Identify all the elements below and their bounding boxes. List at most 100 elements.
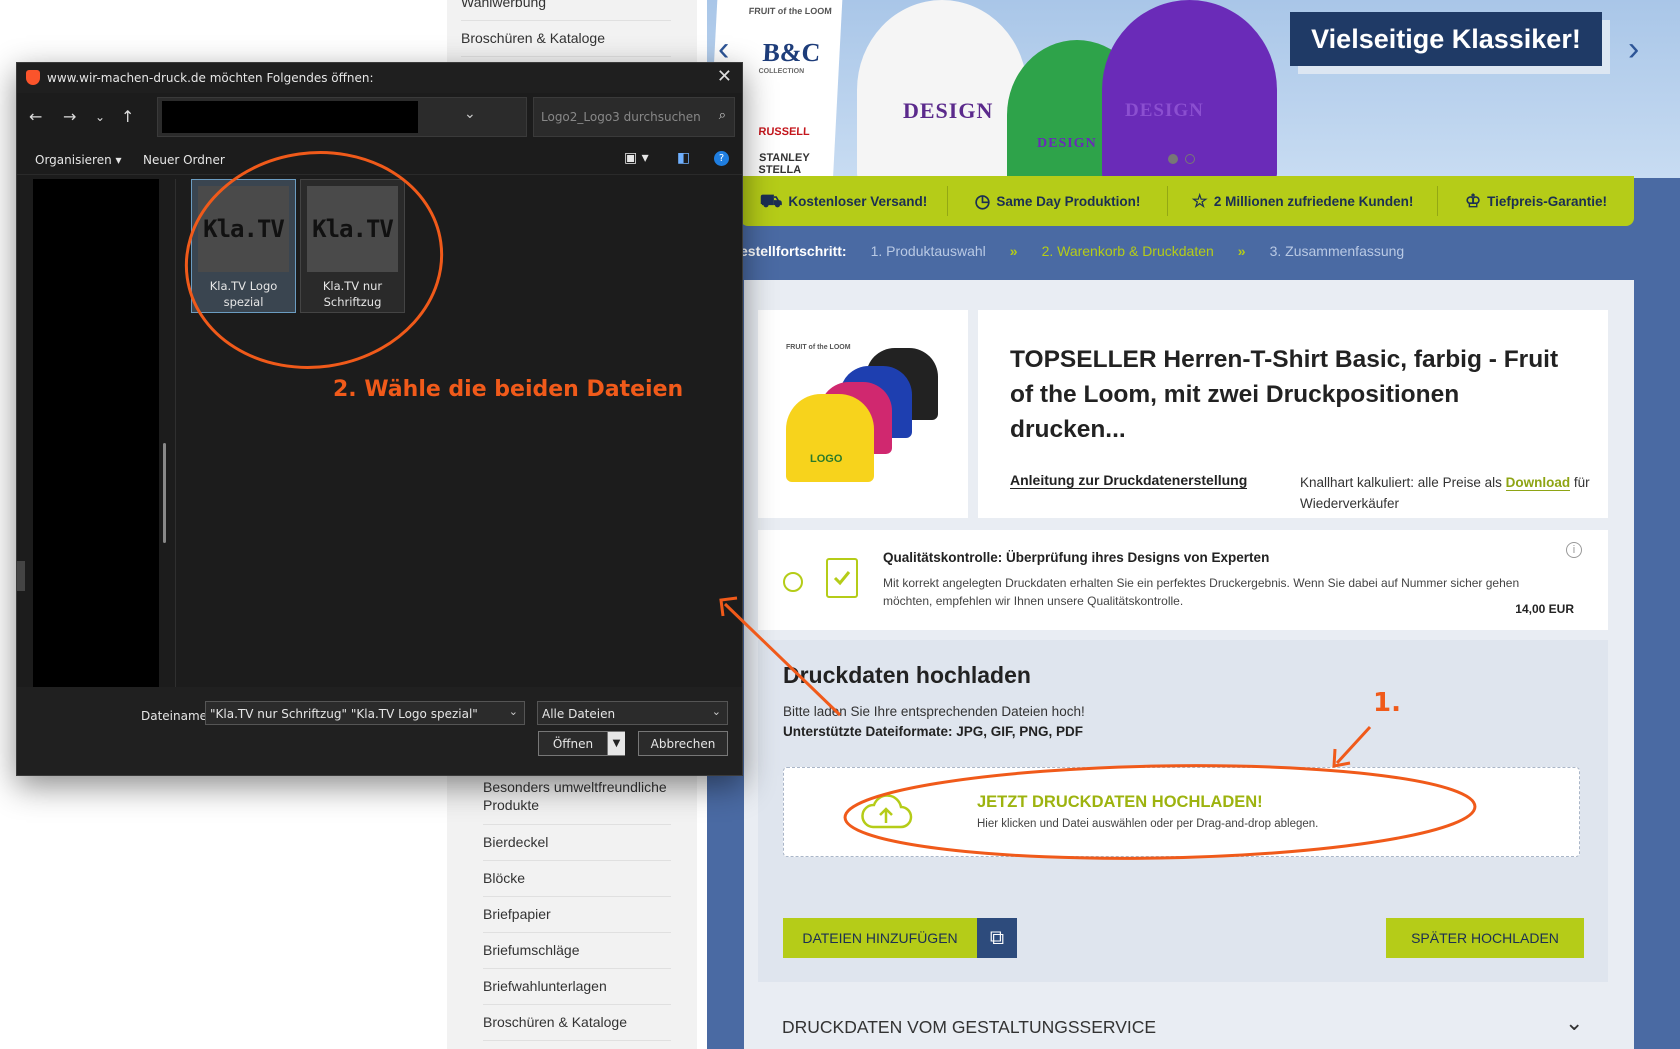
shirt-print-green: DESIGN	[1037, 136, 1097, 151]
usp-same-day: ◷ Same Day Produktion!	[948, 186, 1168, 216]
help-icon[interactable]: ?	[714, 151, 729, 166]
hero-title: Vielseitige Klassiker!	[1290, 12, 1602, 66]
product-brand-label: FRUIT of the LOOM	[786, 344, 851, 351]
slider-dot-1[interactable]	[1168, 154, 1178, 164]
info-icon[interactable]: i	[1566, 542, 1582, 558]
open-button[interactable]: Öffnen ▼	[538, 731, 625, 756]
chevron-down-icon[interactable]: ⌄	[509, 705, 518, 718]
usp-bar: ⛟ Kostenloser Versand! ◷ Same Day Produk…	[740, 176, 1634, 226]
quality-check-option[interactable]: Qualitätskontrolle: Überprüfung ihres De…	[758, 530, 1608, 630]
quality-check-radio[interactable]	[783, 572, 803, 592]
order-progress: estellfortschritt: 1. Produktauswahl » 2…	[740, 234, 1634, 268]
new-folder-button[interactable]: Neuer Ordner	[143, 153, 225, 167]
dialog-title: www.wir-machen-druck.de möchten Folgende…	[47, 71, 374, 85]
product-image: FRUIT of the LOOM LOGO	[758, 310, 968, 518]
supported-formats: Unterstützte Dateiformate: JPG, GIF, PNG…	[783, 724, 1084, 739]
progress-step-2[interactable]: 2. Warenkorb & Druckdaten	[1042, 243, 1214, 259]
hero-next-arrow[interactable]: ›	[1628, 30, 1639, 69]
annotation-step-1: 1.	[1373, 688, 1401, 718]
shirt-stack-yellow	[786, 394, 874, 482]
cloud-upload-icon	[859, 793, 913, 842]
dialog-resize-edge[interactable]	[17, 561, 25, 591]
sidebar-item-briefumschlaege[interactable]: Briefumschläge	[483, 942, 671, 969]
price-note-text: Knallhart kalkuliert: alle Preise als	[1300, 475, 1506, 490]
chevron-down-icon[interactable]: ⌄	[712, 705, 721, 718]
upload-dropzone[interactable]: JETZT DRUCKDATEN HOCHLADEN! Hier klicken…	[783, 767, 1580, 857]
filetype-value: Alle Dateien	[542, 707, 616, 721]
cancel-button[interactable]: Abbrechen	[638, 731, 728, 756]
address-chevron-icon[interactable]: ⌄	[464, 106, 476, 122]
progress-separator: »	[1237, 243, 1246, 259]
usp-label: Kostenloser Versand!	[788, 193, 928, 209]
open-dropdown-icon[interactable]: ▼	[607, 732, 625, 755]
print-data-guide-link[interactable]: Anleitung zur Druckdatenerstellung	[1010, 472, 1248, 489]
preview-pane-icon[interactable]: ◧	[677, 150, 690, 166]
up-arrow-icon[interactable]: ↑	[121, 107, 134, 126]
filetype-select[interactable]: Alle Dateien ⌄	[537, 701, 728, 725]
sidebar-item-wahlwerbung[interactable]: Wahlwerbung	[461, 0, 671, 21]
file-name: Kla.TV nur Schriftzug	[322, 279, 383, 309]
dialog-toolbar: Organisieren ▾ Neuer Ordner ▣ ▾ ◧ ?	[17, 143, 742, 175]
address-bar[interactable]: ⌄ ↻	[157, 97, 649, 137]
file-thumbnail: Kla.TV	[198, 186, 289, 272]
progress-separator: »	[1009, 243, 1018, 259]
brand-stanley: STANLEY STELLA	[758, 152, 810, 176]
back-arrow-icon[interactable]: ←	[29, 107, 42, 126]
brand-russell: RUSSELL	[758, 126, 811, 138]
sidebar-item-bierdeckel[interactable]: Bierdeckel	[483, 834, 671, 861]
add-files-button[interactable]: DATEIEN HINZUFÜGEN	[783, 918, 977, 958]
product-title: TOPSELLER Herren-T-Shirt Basic, farbig -…	[1010, 346, 1559, 443]
layers-add-icon[interactable]: ⧉	[977, 918, 1017, 958]
design-service-accordion[interactable]: DRUCKDATEN VOM GESTALTUNGSSERVICE	[782, 1017, 1156, 1038]
redacted-path	[162, 101, 418, 133]
file-open-dialog: www.wir-machen-druck.de möchten Folgende…	[16, 62, 743, 776]
upload-title: Druckdaten hochladen	[783, 662, 1031, 688]
dialog-footer: Dateiname: "Kla.TV nur Schriftzug" "Kla.…	[17, 687, 742, 775]
progress-label: estellfortschritt:	[740, 243, 847, 259]
star-icon: ☆	[1191, 191, 1208, 211]
forward-arrow-icon[interactable]: →	[63, 107, 76, 126]
slider-dot-2[interactable]	[1185, 154, 1195, 164]
reseller-price-note: Knallhart kalkuliert: alle Preise als Do…	[1300, 472, 1590, 514]
navigation-pane-redacted[interactable]	[33, 179, 159, 689]
search-input[interactable]: Logo2_Logo3 durchsuchen ⌕	[533, 97, 735, 137]
upload-subtitle: Bitte laden Sie Ihre entsprechenden Date…	[783, 704, 1085, 719]
sidebar-item-briefpapier[interactable]: Briefpapier	[483, 906, 671, 933]
view-options-icon[interactable]: ▣ ▾	[624, 150, 649, 166]
file-item-logo-spezial[interactable]: Kla.TV Kla.TV Logo spezial	[191, 179, 296, 313]
sidebar-item-umweltfreundlich[interactable]: Besonders umweltfreundliche Produkte	[483, 778, 671, 825]
progress-step-1[interactable]: 1. Produktauswahl	[871, 243, 986, 259]
purple-shirt	[1102, 0, 1277, 178]
upload-later-button[interactable]: SPÄTER HOCHLADEN	[1386, 918, 1584, 958]
usp-price-guarantee: ♔ Tiefpreis-Garantie!	[1438, 186, 1634, 216]
sidebar-item-bloecke[interactable]: Blöcke	[483, 870, 671, 897]
open-label: Öffnen	[552, 737, 594, 751]
white-shirt	[857, 0, 1027, 178]
chevron-down-icon[interactable]: ⌄	[1565, 1010, 1583, 1036]
annotation-step-2: 2. Wähle die beiden Dateien	[333, 377, 684, 402]
usp-label: 2 Millionen zufriedene Kunden!	[1213, 193, 1414, 209]
filename-value: "Kla.TV nur Schriftzug" "Kla.TV Logo spe…	[210, 707, 478, 721]
sidebar-item-briefwahlunterlagen[interactable]: Briefwahlunterlagen	[483, 978, 671, 1005]
pane-divider[interactable]	[175, 179, 176, 689]
thumbnail-logo-text: Kla.TV	[312, 215, 394, 243]
filename-input[interactable]: "Kla.TV nur Schriftzug" "Kla.TV Logo spe…	[205, 701, 525, 725]
file-item-nur-schriftzug[interactable]: Kla.TV Kla.TV nur Schriftzug	[300, 179, 405, 313]
recent-locations-chevron-icon[interactable]: ⌄	[95, 110, 105, 124]
upload-section: Druckdaten hochladen Bitte laden Sie Ihr…	[758, 640, 1608, 982]
quality-check-text: Mit korrekt angelegten Druckdaten erhalt…	[883, 576, 1520, 608]
search-icon[interactable]: ⌕	[719, 108, 726, 123]
sidebar-item-broschueren[interactable]: Broschüren & Kataloge	[483, 1014, 671, 1041]
shirt-print-purple: DESIGN	[1125, 100, 1204, 121]
nav-pane-scrollbar[interactable]	[163, 443, 166, 543]
usp-label: Same Day Produktion!	[996, 193, 1141, 209]
organize-menu[interactable]: Organisieren ▾	[35, 153, 122, 167]
quality-check-price: 14,00 EUR	[1515, 602, 1574, 616]
shirt-print-white: DESIGN	[903, 98, 994, 123]
progress-step-3: 3. Zusammenfassung	[1269, 243, 1405, 259]
dropzone-subtitle: Hier klicken und Datei auswählen oder pe…	[977, 818, 1319, 830]
dialog-titlebar: www.wir-machen-druck.de möchten Folgende…	[17, 63, 742, 93]
sidebar-item-broschueren-top[interactable]: Broschüren & Kataloge	[461, 30, 671, 57]
download-link[interactable]: Download	[1505, 475, 1571, 491]
close-icon[interactable]: ✕	[717, 66, 732, 87]
